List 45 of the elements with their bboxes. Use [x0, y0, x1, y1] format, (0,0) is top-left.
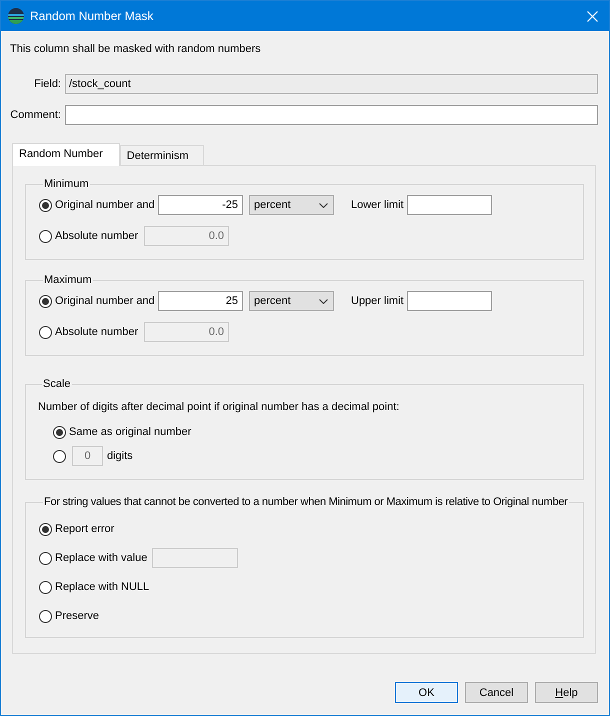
tab[interactable]: Random Number	[12, 143, 120, 166]
unit-dropdown[interactable]: percent	[249, 195, 334, 215]
radio-button[interactable]	[39, 294, 52, 308]
field-label: Field:	[34, 77, 61, 91]
group-title: For string values that cannot be converted to a number when Minimum or Maximum is relative to Original number	[43, 495, 569, 509]
close-icon	[586, 10, 598, 22]
radio-label: Same as original number	[69, 425, 192, 439]
radio-label: Absolute number	[55, 325, 138, 339]
description-text: This column shall be masked with random numbers	[10, 42, 261, 56]
dialog-button[interactable]: Cancel	[465, 682, 528, 703]
radio-button[interactable]	[39, 580, 52, 594]
window-title: Random Number Mask	[30, 9, 154, 23]
number-input[interactable]: -25	[158, 195, 243, 215]
app-logo-icon	[8, 8, 24, 24]
radio-label: Preserve	[55, 609, 100, 623]
radio-label: Original number and	[55, 294, 155, 308]
limit-input[interactable]	[406, 291, 492, 311]
tab[interactable]: Determinism	[120, 145, 204, 165]
close-button[interactable]	[585, 9, 599, 23]
unit-dropdown[interactable]: percent	[249, 291, 334, 311]
radio-button[interactable]	[39, 610, 52, 622]
limit-label: Upper limit	[351, 294, 404, 308]
radio-button[interactable]	[39, 522, 52, 536]
field-label: Comment:	[10, 108, 61, 122]
prompt-text: Number of digits after decimal point if original number has a decimal point:	[38, 400, 400, 414]
radio-button[interactable]	[53, 426, 66, 438]
number-input[interactable]: 25	[158, 291, 243, 311]
chevron-down-icon	[319, 202, 328, 208]
group-title: Maximum	[43, 273, 93, 287]
radio-button[interactable]	[39, 198, 52, 212]
group-title: Minimum	[43, 177, 90, 191]
radio-label: Replace with value	[55, 551, 148, 565]
radio-label: Replace with NULL	[55, 580, 150, 594]
dialog-button[interactable]: Help	[535, 682, 598, 703]
text-input[interactable]	[65, 105, 598, 125]
radio-label: Original number and	[55, 198, 155, 212]
radio-label: Report error	[55, 522, 114, 536]
chevron-down-icon	[319, 298, 328, 304]
dialog-button[interactable]: OK	[395, 682, 458, 703]
readonly-field[interactable]: /stock_count	[65, 74, 598, 94]
radio-label: digits	[107, 449, 133, 463]
group-title: Scale	[42, 377, 72, 391]
radio-label: Absolute number	[55, 229, 138, 243]
limit-label: Lower limit	[351, 198, 404, 212]
limit-input[interactable]	[406, 195, 492, 215]
